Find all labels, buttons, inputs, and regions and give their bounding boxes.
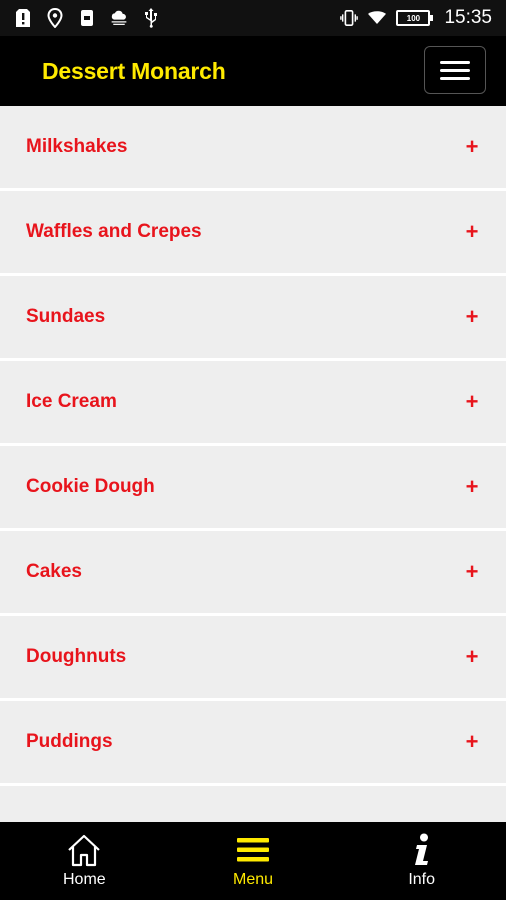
- status-bar-notifications: [14, 8, 160, 28]
- status-bar: 100 15:35: [0, 0, 506, 36]
- expand-plus-icon[interactable]: +: [462, 389, 482, 415]
- nav-info-label: Info: [408, 871, 436, 888]
- menu-item-label: Doughnuts: [26, 646, 127, 667]
- expand-plus-icon[interactable]: +: [462, 729, 482, 755]
- expand-plus-icon[interactable]: +: [462, 304, 482, 330]
- home-icon: [66, 833, 102, 867]
- alert-icon: [14, 9, 32, 27]
- expand-plus-icon[interactable]: +: [462, 559, 482, 585]
- location-pin-icon: [46, 8, 64, 28]
- expand-plus-icon[interactable]: +: [462, 644, 482, 670]
- expand-plus-icon[interactable]: +: [462, 219, 482, 245]
- menu-item-label: Cakes: [26, 561, 82, 582]
- menu-item-label: Puddings: [26, 731, 113, 752]
- nav-info[interactable]: Info: [337, 822, 506, 900]
- info-icon: [412, 833, 432, 867]
- menu-item-ice-cream[interactable]: Ice Cream +: [0, 361, 506, 446]
- menu-item-milkshakes[interactable]: Milkshakes +: [0, 106, 506, 191]
- weather-icon: [110, 9, 128, 27]
- menu-item-doughnuts[interactable]: Doughnuts +: [0, 616, 506, 701]
- menu-item-label: Waffles and Crepes: [26, 221, 202, 242]
- menu-item-label: Milkshakes: [26, 136, 128, 157]
- menu-item-partial[interactable]: [0, 786, 506, 822]
- wifi-icon: [368, 9, 387, 27]
- usb-icon: [142, 8, 160, 28]
- battery-icon: 100: [396, 10, 434, 26]
- menu-category-list: Milkshakes + Waffles and Crepes + Sundae…: [0, 106, 506, 822]
- nav-menu[interactable]: Menu: [169, 822, 338, 900]
- sd-card-icon: [78, 9, 96, 27]
- status-bar-system: 100 15:35: [340, 7, 492, 29]
- menu-item-label: Ice Cream: [26, 391, 117, 412]
- hamburger-icon: [440, 60, 470, 64]
- nav-home-label: Home: [62, 871, 106, 888]
- clock: 15:35: [444, 7, 492, 28]
- nav-home[interactable]: Home: [0, 822, 169, 900]
- menu-item-sundaes[interactable]: Sundaes +: [0, 276, 506, 361]
- menu-icon: [236, 833, 270, 867]
- vibrate-icon: [340, 9, 359, 27]
- battery-level: 100: [406, 13, 421, 23]
- menu-item-cookie-dough[interactable]: Cookie Dough +: [0, 446, 506, 531]
- app-screen: 100 15:35 Dessert Monarch Milkshakes + W…: [0, 0, 506, 900]
- hamburger-menu-button[interactable]: [424, 46, 486, 94]
- menu-item-cakes[interactable]: Cakes +: [0, 531, 506, 616]
- nav-menu-label: Menu: [232, 871, 274, 888]
- bottom-navigation: Home Menu Info: [0, 822, 506, 900]
- app-header: Dessert Monarch: [0, 36, 506, 106]
- menu-item-puddings[interactable]: Puddings +: [0, 701, 506, 786]
- menu-item-waffles-and-crepes[interactable]: Waffles and Crepes +: [0, 191, 506, 276]
- expand-plus-icon[interactable]: +: [462, 474, 482, 500]
- app-title: Dessert Monarch: [42, 57, 226, 84]
- menu-item-label: Sundaes: [26, 306, 106, 327]
- expand-plus-icon[interactable]: +: [462, 134, 482, 160]
- menu-item-label: Cookie Dough: [26, 476, 155, 497]
